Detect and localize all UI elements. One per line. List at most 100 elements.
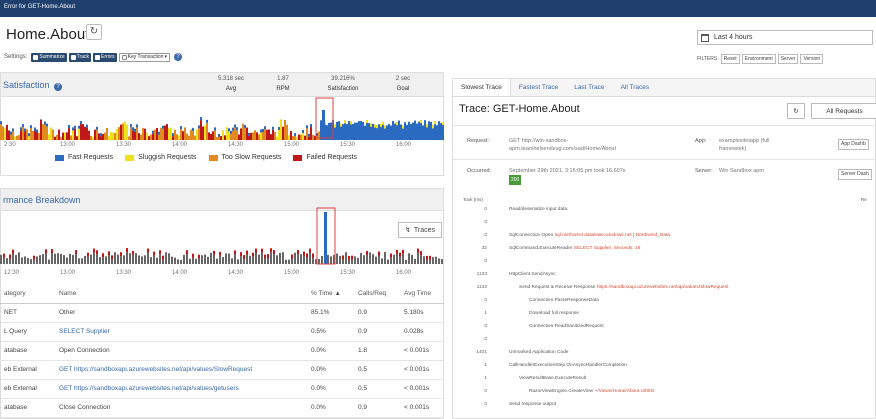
performance-chart[interactable]	[0, 206, 444, 268]
satisfaction-bar	[214, 130, 216, 140]
cell-name[interactable]: GET https://sandboxapi.azurewebsites.net…	[55, 379, 307, 399]
performance-bar	[360, 252, 362, 264]
help-icon[interactable]: ?	[54, 83, 63, 91]
col-avg-time[interactable]: Avg Time	[400, 285, 444, 304]
server-dashboard-button[interactable]: Server Dash	[838, 169, 872, 180]
performance-bar	[120, 256, 122, 264]
satisfaction-bar	[34, 130, 36, 140]
performance-bar	[150, 257, 152, 264]
filter-server-button[interactable]: Server	[777, 54, 799, 64]
satisfaction-bar	[44, 124, 46, 140]
satisfaction-bar	[366, 120, 368, 124]
toggle-summarize[interactable]: Summarize	[31, 52, 67, 62]
trace-node-duration: 1	[484, 376, 487, 381]
satisfaction-bar	[62, 132, 64, 140]
satisfaction-bar	[124, 121, 126, 140]
trace-node-label: SqlCommand.ExecuteReader SELECT Supplier…	[509, 246, 640, 251]
table-row[interactable]: NET Other 85.1% 0.9 5.180s	[0, 303, 444, 323]
legend-item-sluggish[interactable]: Sluggish Requests	[125, 154, 197, 161]
toggle-track[interactable]: Track	[68, 52, 91, 62]
legend-item-failed[interactable]: Failed Requests	[293, 154, 357, 161]
performance-bar	[129, 253, 131, 264]
trace-node-link[interactable]: SELECT Supplier, Seconds: 16	[574, 246, 641, 251]
filter-version-button[interactable]: Version	[800, 54, 824, 64]
satisfaction-header: Satisfaction ? 5.318 sec Avg 1.87 RPM 39.2…	[1, 73, 443, 97]
col-category[interactable]: ategory	[0, 285, 55, 304]
stat-label: Satisfaction	[327, 86, 359, 92]
all-requests-label: All Requests	[826, 107, 863, 115]
performance-bar	[228, 253, 230, 264]
stat-satisfaction: 39.216% Satisfaction	[318, 76, 368, 92]
satisfaction-bar	[46, 123, 48, 127]
satisfaction-chart[interactable]	[0, 96, 444, 144]
satisfaction-bar	[208, 132, 210, 140]
stat-rpm: 1.87 RPM	[258, 76, 308, 92]
satisfaction-bar	[188, 135, 190, 140]
trace-node-link[interactable]: sql.northwind.database.windows.net | Nor…	[555, 233, 670, 238]
trace-node-label: CallHandlerExecutionStep.OnAsyncHandlerC…	[509, 363, 627, 368]
performance-bar	[42, 254, 44, 264]
table-row[interactable]: atabase Open Connection 0.0% 1.8 < 0.001s	[0, 341, 444, 361]
all-requests-button[interactable]: All Requests	[811, 103, 876, 119]
trace-node-duration: 0	[484, 207, 487, 212]
legend-item-fast[interactable]: Fast Requests	[55, 154, 113, 161]
table-row[interactable]: eb External GET https://sandboxapi.azurew…	[0, 360, 444, 380]
app-key-text: App:	[695, 138, 707, 144]
cell-name[interactable]: GET https://sandboxapi.azurewebsites.net…	[55, 360, 307, 380]
performance-bar	[27, 257, 29, 264]
trace-node-link[interactable]: https://sandboxapi.azurewebsites.net/api…	[597, 285, 728, 290]
toggle-errors[interactable]: Errors	[92, 52, 117, 62]
satisfaction-bar	[330, 122, 332, 140]
satisfaction-bar	[256, 132, 258, 140]
performance-bar	[246, 254, 248, 264]
cell-name[interactable]: SELECT Supplier	[55, 322, 307, 342]
satisfaction-bar	[68, 125, 70, 129]
cell-name[interactable]: Close Connection	[55, 398, 307, 418]
satisfaction-bar	[14, 136, 16, 140]
refresh-button[interactable]: ↻	[86, 24, 102, 40]
satisfaction-bar	[368, 123, 370, 140]
time-range-picker[interactable]: Last 4 hours	[697, 30, 873, 45]
refresh-icon: ↻	[793, 108, 799, 115]
satisfaction-bar	[42, 124, 44, 140]
cell-name[interactable]: Other	[55, 303, 307, 323]
tab-fastest-trace[interactable]: Fastest Trace	[511, 79, 566, 96]
performance-bar	[291, 258, 293, 264]
cell-calls-req: 1.8	[354, 341, 400, 361]
tab-last-trace[interactable]: Last Trace	[566, 79, 612, 96]
filter-environment-button[interactable]: Environment	[741, 54, 776, 64]
satisfaction-bar	[28, 133, 30, 137]
col-calls-req[interactable]: Calls/Req	[354, 285, 400, 304]
trace-node-link[interactable]: ~/Views/Home/About.cshtml	[594, 389, 654, 394]
trace-refresh-button[interactable]: ↻	[787, 103, 805, 119]
col-name[interactable]: Name	[55, 285, 307, 304]
satisfaction-bar	[336, 121, 338, 140]
performance-bar	[393, 254, 395, 264]
performance-bar	[270, 252, 272, 264]
satisfaction-bar	[274, 132, 276, 140]
legend-item-too-slow[interactable]: Too Slow Requests	[208, 154, 281, 161]
table-row[interactable]: eb External GET https://sandboxapi.azurew…	[0, 379, 444, 399]
tab-slowest-trace[interactable]: Slowest Trace	[453, 79, 511, 96]
app-dashboard-button[interactable]: App Dashb	[838, 139, 869, 150]
toggle-key-transaction[interactable]: Key Transaction ▾	[118, 52, 170, 62]
cell-name[interactable]: Open Connection	[55, 341, 307, 361]
col-time-pct[interactable]: % Time ▲	[307, 285, 354, 304]
satisfaction-bar	[400, 124, 402, 140]
performance-bar	[162, 255, 164, 260]
stat-goal[interactable]: 2 sec Goal	[378, 76, 428, 92]
performance-bar	[420, 251, 422, 256]
col-re: Re	[861, 197, 867, 202]
table-row[interactable]: L Query SELECT Supplier 0.5% 0.9 0.028s	[0, 322, 444, 342]
stat-value: 39.216%	[331, 76, 355, 82]
filter-reset-button[interactable]: Reset	[720, 54, 740, 64]
help-icon[interactable]: ?	[173, 53, 182, 61]
satisfaction-bar	[104, 132, 106, 140]
satisfaction-bar	[130, 124, 132, 128]
satisfaction-title-text: Satisfaction	[3, 80, 50, 90]
tab-all-traces[interactable]: All Traces	[613, 79, 658, 96]
stat-value: 1.87	[277, 76, 289, 82]
table-row[interactable]: atabase Close Connection 0.0% 0.9 < 0.001s	[0, 398, 444, 418]
performance-bar	[303, 251, 305, 256]
x-tick-label: 2:30	[4, 142, 16, 148]
